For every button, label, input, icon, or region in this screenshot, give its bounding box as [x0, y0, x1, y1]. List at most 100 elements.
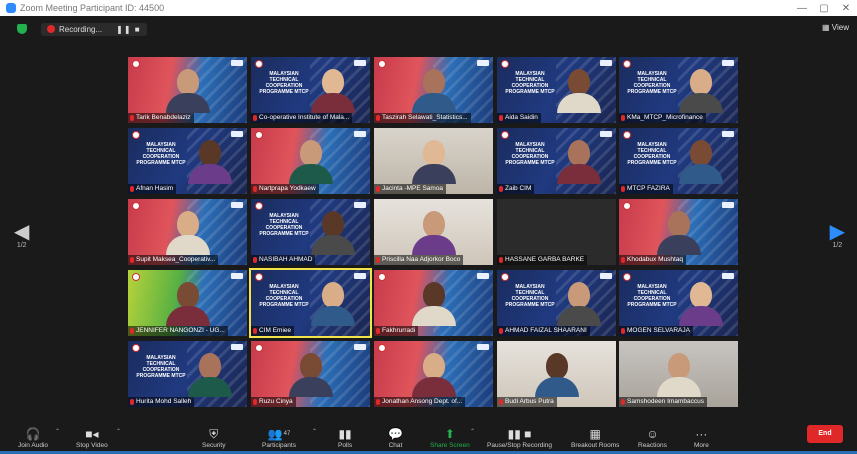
- breakout-rooms-icon: ▦: [589, 427, 601, 441]
- participant-tile[interactable]: MALAYSIAN TECHNICAL COOPERATION PROGRAMM…: [251, 199, 370, 265]
- more-button[interactable]: ··· More: [694, 426, 709, 449]
- participant-tile[interactable]: Nartprapa Yodkaew: [251, 128, 370, 194]
- chat-label: Chat: [388, 442, 403, 449]
- breakout-rooms-button[interactable]: ▦ Breakout Rooms: [571, 426, 619, 449]
- participant-tile[interactable]: MALAYSIAN TECHNICAL COOPERATION PROGRAMM…: [497, 128, 616, 194]
- participant-name-text: Samshodeen Imambaccus: [627, 398, 704, 405]
- participant-tile[interactable]: MALAYSIAN TECHNICAL COOPERATION PROGRAMM…: [497, 270, 616, 336]
- muted-mic-icon: [130, 399, 134, 405]
- poster-text: MALAYSIAN TECHNICAL COOPERATION PROGRAMM…: [505, 284, 555, 308]
- participant-tile[interactable]: MALAYSIAN TECHNICAL COOPERATION PROGRAMM…: [619, 270, 738, 336]
- chat-button[interactable]: 💬 Chat: [388, 426, 403, 449]
- participant-tile[interactable]: MALAYSIAN TECHNICAL COOPERATION PROGRAMM…: [497, 57, 616, 123]
- participant-name: KMa_MTCP_Microfinance: [619, 113, 706, 123]
- sponsor-logo-icon: [600, 60, 612, 66]
- participant-tile[interactable]: Samshodeen Imambaccus: [619, 341, 738, 407]
- view-button[interactable]: ▦ View: [822, 23, 849, 32]
- participant-tile[interactable]: Fakhrurradi: [374, 270, 493, 336]
- participant-name-text: AHMAD FAIZAL SHAARANI: [505, 327, 587, 334]
- pause-recording-button[interactable]: ▮▮ ■ Pause/Stop Recording: [487, 426, 552, 449]
- recording-indicator: Recording... ❚❚ ■: [41, 22, 147, 36]
- sponsor-logo-icon: [722, 60, 734, 66]
- participant-video: [311, 282, 355, 326]
- participants-caret-icon[interactable]: ⌃: [312, 428, 317, 435]
- next-page-button[interactable]: ▶ 1/2: [830, 222, 845, 249]
- stop-video-button[interactable]: ■◂ Stop Video ⌃: [76, 426, 121, 449]
- participant-tile[interactable]: Jacinta -MPE Samoa: [374, 128, 493, 194]
- muted-mic-icon: [499, 257, 503, 263]
- participant-name-text: Co-operative Institute of Mala...: [259, 114, 350, 121]
- participants-label: Participants: [262, 442, 296, 449]
- join-audio-button[interactable]: 🎧 Join Audio ⌃: [18, 426, 60, 449]
- mtcp-logo-icon: [132, 131, 140, 139]
- participant-name-text: CIM Emiee: [259, 327, 292, 334]
- participant-video: [311, 69, 355, 113]
- participant-name-text: Budi Arbus Putra: [505, 398, 554, 405]
- maximize-button[interactable]: ▢: [813, 3, 835, 14]
- participant-tile[interactable]: Ruzu Cinya: [251, 341, 370, 407]
- muted-mic-icon: [376, 399, 380, 405]
- muted-mic-icon: [130, 257, 134, 263]
- prev-page-button[interactable]: ◀ 1/2: [14, 222, 29, 249]
- participant-tile[interactable]: Priscilla Naa Adjorkor Boco: [374, 199, 493, 265]
- end-meeting-button[interactable]: End: [807, 425, 843, 443]
- more-dots-icon: ···: [695, 427, 708, 441]
- muted-mic-icon: [253, 115, 257, 121]
- participant-tile[interactable]: MALAYSIAN TECHNICAL COOPERATION PROGRAMM…: [251, 57, 370, 123]
- participant-tile[interactable]: Khodabux Mushtaq: [619, 199, 738, 265]
- participant-tile[interactable]: Supit Maksea_Cooperativ...: [128, 199, 247, 265]
- participant-video: [412, 353, 456, 397]
- participant-tile[interactable]: MALAYSIAN TECHNICAL COOPERATION PROGRAMM…: [128, 128, 247, 194]
- share-options-caret-icon[interactable]: ⌃: [470, 428, 475, 435]
- mtcp-logo-icon: [132, 273, 140, 281]
- minimize-button[interactable]: —: [791, 3, 813, 14]
- muted-mic-icon: [253, 257, 257, 263]
- participant-tile[interactable]: MALAYSIAN TECHNICAL COOPERATION PROGRAMM…: [249, 268, 372, 338]
- participant-name: Aida Saidin: [497, 113, 541, 123]
- participant-tile[interactable]: MALAYSIAN TECHNICAL COOPERATION PROGRAMM…: [619, 57, 738, 123]
- video-options-caret-icon[interactable]: ⌃: [116, 428, 121, 435]
- mtcp-logo-icon: [623, 131, 631, 139]
- sponsor-logo-icon: [477, 60, 489, 66]
- sponsor-logo-icon: [477, 273, 489, 279]
- participant-name-text: MTCP FAZIRA: [627, 185, 670, 192]
- sponsor-logo-icon: [231, 131, 243, 137]
- mtcp-logo-icon: [255, 60, 263, 68]
- recording-controls[interactable]: ❚❚ ■: [116, 25, 140, 34]
- polls-button[interactable]: ▮▮ Polls: [338, 426, 352, 449]
- reactions-button[interactable]: ☺ Reactions: [638, 426, 667, 449]
- poster-text: MALAYSIAN TECHNICAL COOPERATION PROGRAMM…: [627, 284, 677, 308]
- security-button[interactable]: ⛨ Security: [202, 426, 225, 449]
- participants-button[interactable]: 👥47 Participants ⌃: [262, 426, 317, 449]
- muted-mic-icon: [253, 186, 257, 192]
- participant-tile[interactable]: Budi Arbus Putra: [497, 341, 616, 407]
- muted-mic-icon: [621, 257, 625, 263]
- close-button[interactable]: ✕: [835, 3, 857, 14]
- muted-mic-icon: [130, 115, 134, 121]
- muted-mic-icon: [621, 186, 625, 192]
- participant-tile[interactable]: Tarik Benabdelaziz: [128, 57, 247, 123]
- poster-text: MALAYSIAN TECHNICAL COOPERATION PROGRAMM…: [259, 71, 309, 95]
- participant-tile[interactable]: MALAYSIAN TECHNICAL COOPERATION PROGRAMM…: [128, 341, 247, 407]
- participant-name-text: Supit Maksea_Cooperativ...: [136, 256, 216, 263]
- share-screen-button[interactable]: ⬆ Share Screen ⌃: [430, 426, 475, 449]
- gallery-view: ◀ 1/2 ▶ 1/2 Tarik Benabdelaziz MALAYSIAN …: [0, 42, 857, 412]
- window-titlebar: Zoom Meeting Participant ID: 44500 — ▢ ✕: [0, 0, 857, 16]
- sponsor-logo-icon: [722, 131, 734, 137]
- participant-tile[interactable]: HASSANE GARBA BARKE: [497, 199, 616, 265]
- muted-mic-icon: [499, 115, 503, 121]
- participant-tile[interactable]: MALAYSIAN TECHNICAL COOPERATION PROGRAMM…: [619, 128, 738, 194]
- participant-tile[interactable]: Taszirah Selawati_Statistics...: [374, 57, 493, 123]
- participant-name-text: Priscilla Naa Adjorkor Boco: [382, 256, 461, 263]
- poster-text: MALAYSIAN TECHNICAL COOPERATION PROGRAMM…: [505, 142, 555, 166]
- mtcp-logo-icon: [623, 202, 631, 210]
- participant-name-text: Afnan Hasim: [136, 185, 174, 192]
- participant-name-text: Fakhrurradi: [382, 327, 416, 334]
- poster-text: MALAYSIAN TECHNICAL COOPERATION PROGRAMM…: [259, 284, 309, 308]
- participant-video: [557, 140, 601, 184]
- participant-tile[interactable]: JENNIFER NANGONZI - UG...: [128, 270, 247, 336]
- audio-options-caret-icon[interactable]: ⌃: [55, 428, 60, 435]
- participant-tile[interactable]: Jonathan Ansong Dept. of...: [374, 341, 493, 407]
- security-shield-icon[interactable]: [17, 24, 27, 34]
- participant-name-text: Nartprapa Yodkaew: [259, 185, 316, 192]
